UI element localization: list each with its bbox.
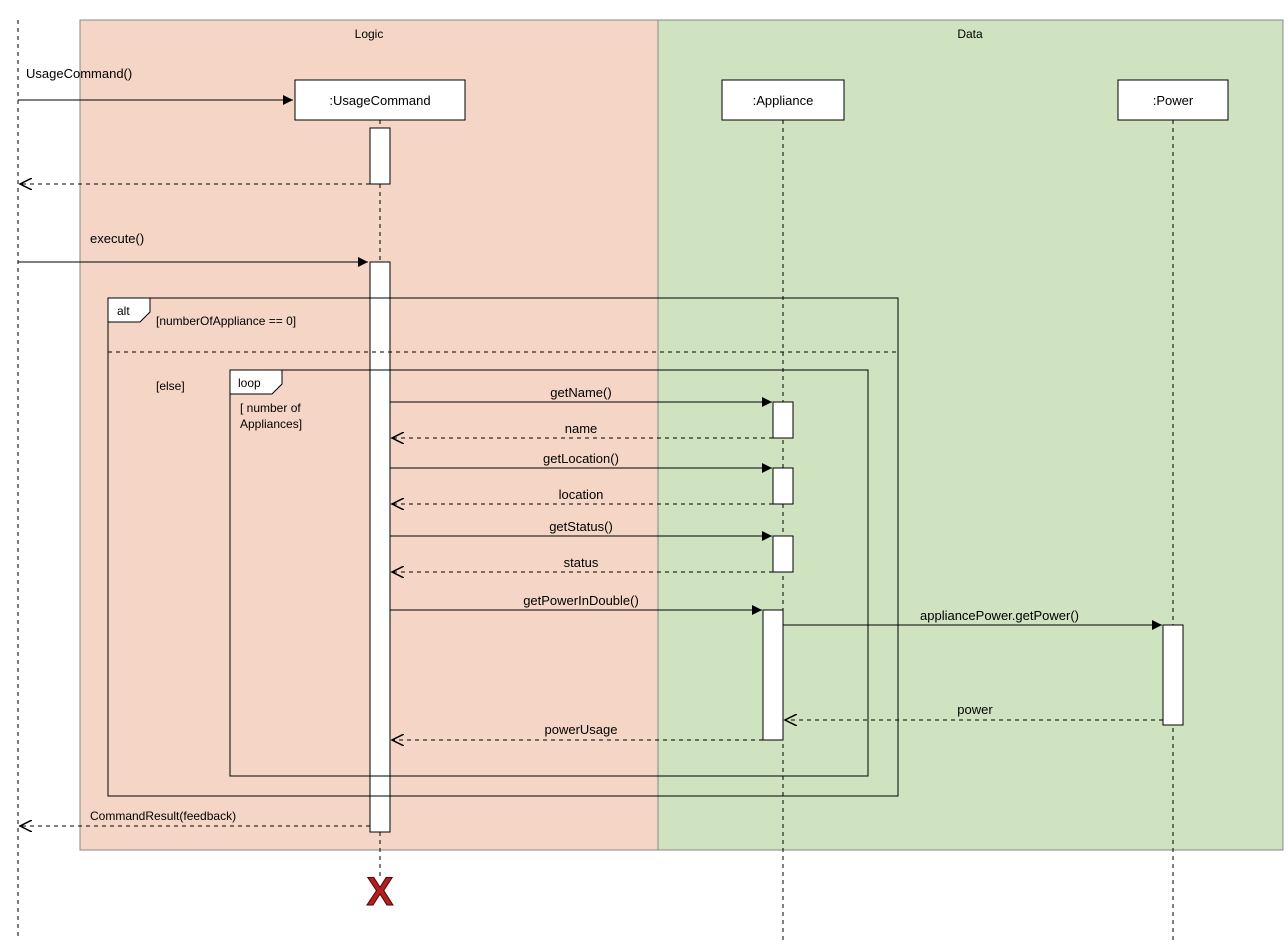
lifeline-label-appliance: :Appliance — [753, 93, 814, 108]
msg-ctor-label: UsageCommand() — [26, 66, 132, 81]
frame-loop-guard-l1: [ number of — [240, 401, 301, 415]
activation-appliance-getstatus — [773, 536, 793, 572]
lifeline-label-usagecommand: :UsageCommand — [329, 93, 430, 108]
msg-getstatus-label: getStatus() — [549, 519, 613, 534]
msg-getname-label: getName() — [550, 385, 611, 400]
frame-loop-guard-l2: Appliances] — [240, 417, 302, 431]
msg-execute-label: execute() — [90, 231, 144, 246]
frame-alt-guard2: [else] — [156, 379, 185, 393]
region-logic-label: Logic — [355, 27, 384, 41]
return-power-label: power — [957, 702, 993, 717]
region-data — [658, 20, 1283, 850]
region-data-label: Data — [957, 27, 983, 41]
msg-getpowerindouble-label: getPowerInDouble() — [523, 593, 639, 608]
return-commandresult-label: CommandResult(feedback) — [90, 809, 236, 823]
destroy-icon: X — [367, 870, 394, 914]
sequence-diagram: Logic Data :UsageCommand :Appliance :Pow… — [0, 0, 1288, 944]
return-powerusage-label: powerUsage — [545, 722, 618, 737]
activation-usagecommand-ctor — [370, 128, 390, 184]
return-status-label: status — [564, 555, 599, 570]
activation-appliance-getlocation — [773, 468, 793, 504]
msg-getlocation-label: getLocation() — [543, 451, 619, 466]
return-location-label: location — [559, 487, 604, 502]
activation-appliance-getpower — [763, 610, 783, 740]
frame-loop-label: loop — [238, 376, 261, 390]
activation-power-getpower — [1163, 625, 1183, 725]
frame-alt-label: alt — [117, 304, 130, 318]
msg-getpower-label: appliancePower.getPower() — [920, 608, 1079, 623]
lifeline-label-power: :Power — [1153, 93, 1194, 108]
return-name-label: name — [565, 421, 598, 436]
activation-usagecommand-execute — [370, 262, 390, 832]
frame-alt-guard1: [numberOfAppliance == 0] — [156, 314, 296, 328]
activation-appliance-getname — [773, 402, 793, 438]
